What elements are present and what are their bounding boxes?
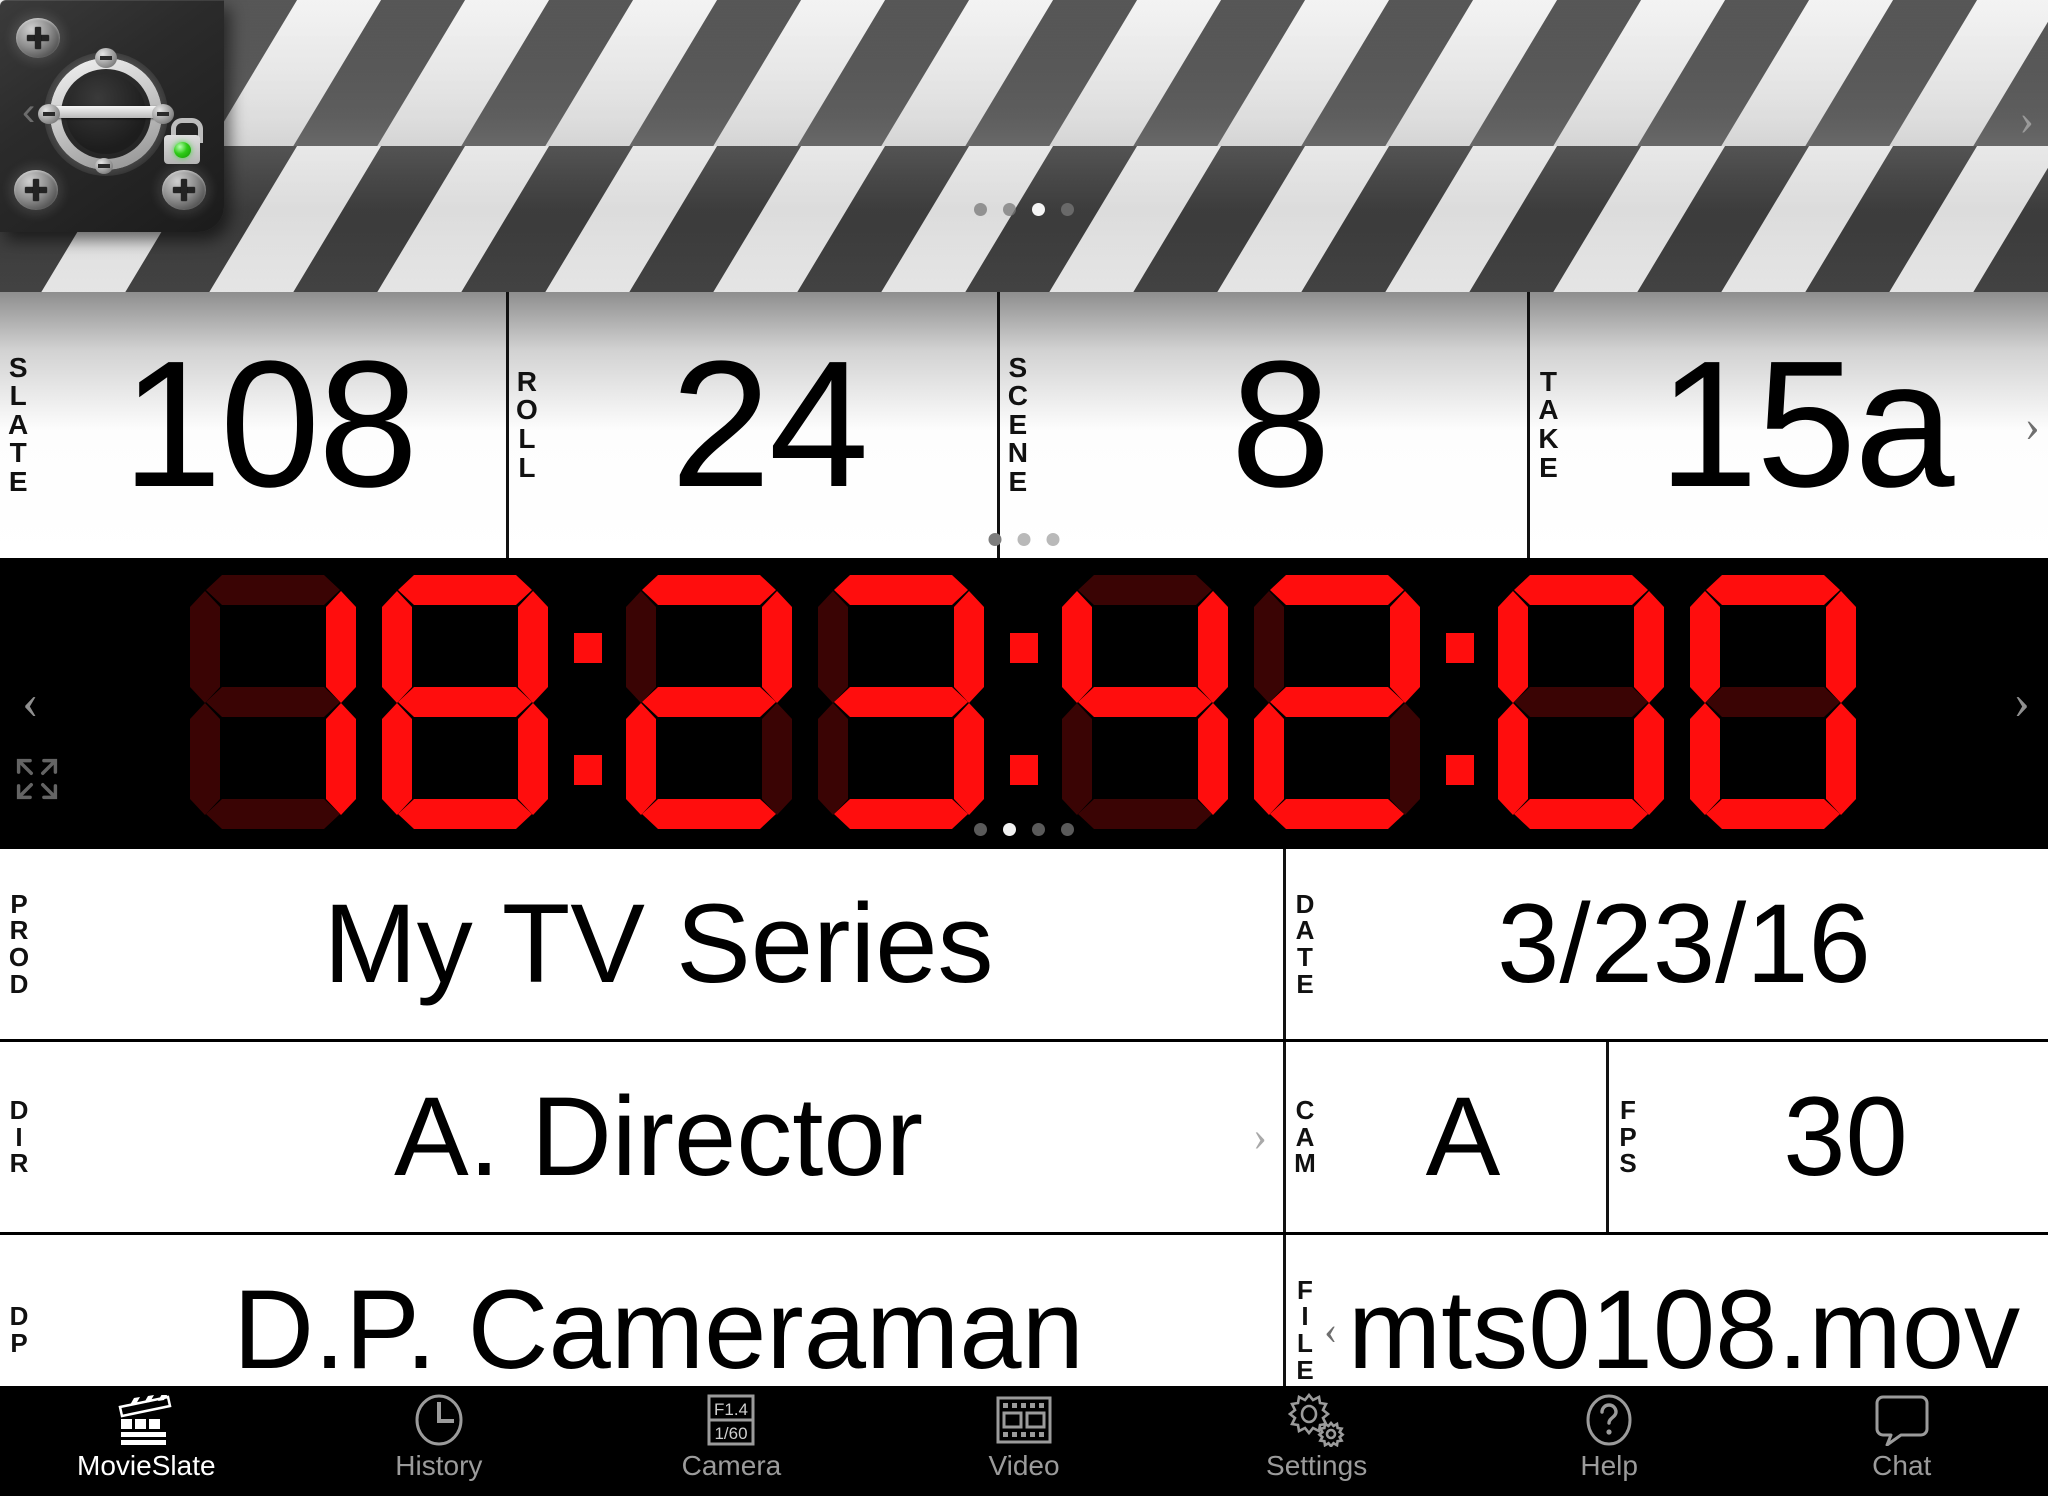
field-scene[interactable]: S C E N E 8: [1000, 292, 1528, 558]
field-dp-value[interactable]: D.P. Cameraman: [34, 1274, 1283, 1386]
clapper-hinge-block[interactable]: ‹: [0, 0, 224, 232]
film-strip-icon: [995, 1392, 1053, 1448]
timecode-digit: [616, 569, 804, 835]
field-dir-value[interactable]: A. Director: [34, 1081, 1283, 1193]
timecode-prev-arrow[interactable]: ‹: [22, 676, 39, 726]
tab-settings[interactable]: Settings: [1170, 1392, 1463, 1480]
lock-open-icon[interactable]: [164, 118, 203, 164]
row-director: DI R A. Director › CA M A FP S 30: [0, 1039, 2048, 1232]
speech-bubble-icon: [1875, 1392, 1929, 1448]
tab-help[interactable]: Help: [1463, 1392, 1756, 1480]
field-scene-label: S C E N E: [1007, 351, 1028, 497]
timecode-digit: [1680, 569, 1868, 835]
field-date-value[interactable]: 3/23/16: [1320, 888, 2048, 1000]
clock-icon: [414, 1392, 464, 1448]
tab-label: Camera: [681, 1450, 782, 1481]
tab-label: Settings: [1266, 1450, 1368, 1481]
field-slate[interactable]: S L A T E 108: [0, 292, 506, 558]
clapper-next-arrow[interactable]: ›: [2019, 98, 2034, 142]
tab-label: Chat: [1872, 1450, 1932, 1481]
field-take-value[interactable]: 15a: [1563, 335, 2048, 515]
screw-icon: [16, 18, 60, 58]
gear-icon: [1287, 1392, 1346, 1448]
field-fps[interactable]: FP S 30: [1609, 1042, 2048, 1232]
bottom-tab-bar[interactable]: MovieSlate History F1.4 1/60 Camera Vide…: [0, 1386, 2048, 1496]
lock-status-led: [174, 142, 191, 158]
field-slate-value[interactable]: 108: [32, 335, 505, 515]
field-take-label: T A K E: [1538, 365, 1559, 483]
tab-label: MovieSlate: [77, 1450, 216, 1481]
timecode-digit: [372, 569, 560, 835]
field-take[interactable]: T A K E 15a ›: [1530, 292, 2048, 558]
tab-history[interactable]: History: [293, 1392, 586, 1480]
slate-page-dots[interactable]: [988, 533, 1060, 546]
field-roll[interactable]: R O L L 24: [509, 292, 997, 558]
timecode-display[interactable]: ‹ ›: [0, 558, 2048, 846]
field-cam-value[interactable]: A: [1320, 1081, 1606, 1193]
timecode-digit: [1244, 569, 1432, 835]
hinge-dial-icon[interactable]: [38, 48, 174, 176]
timecode-digit: [1052, 569, 1240, 835]
tab-chat[interactable]: Chat: [1755, 1392, 2048, 1480]
timecode-digit: [180, 569, 368, 835]
timecode-digit: [808, 569, 996, 835]
camera-icon-shutter-text: 1/60: [715, 1424, 748, 1443]
tab-label: Help: [1580, 1450, 1638, 1481]
camera-icon-aperture-text: F1.4: [714, 1400, 748, 1419]
field-fps-label: FP S: [1619, 1095, 1637, 1179]
clapper-stripe-pattern: [0, 0, 2048, 292]
tab-label: History: [395, 1450, 483, 1481]
tab-label: Video: [988, 1450, 1060, 1481]
field-dir-label: DI R: [9, 1095, 29, 1179]
hinge-prev-chevron-icon[interactable]: ‹: [22, 92, 35, 132]
field-dp-label: DP: [9, 1301, 29, 1358]
tab-camera[interactable]: F1.4 1/60 Camera: [585, 1392, 878, 1480]
screw-icon: [14, 170, 58, 210]
field-file-value[interactable]: mts0108.mov: [1320, 1274, 2048, 1386]
field-cam[interactable]: CA M A: [1286, 1042, 1606, 1232]
question-mark-circle-icon: [1584, 1392, 1634, 1448]
field-fps-value[interactable]: 30: [1643, 1081, 2048, 1193]
file-prev-arrow[interactable]: ‹: [1324, 1307, 1337, 1354]
timecode-page-dots[interactable]: [974, 823, 1074, 836]
field-slate-label: S L A T E: [8, 351, 29, 497]
slate-fields-row: S L A T E 108 R O L L 24 S C E N E 8 T A…: [0, 292, 2048, 558]
field-dir[interactable]: DI R A. Director ›: [0, 1042, 1283, 1232]
field-prod-value[interactable]: My TV Series: [34, 888, 1283, 1000]
clapper-page-dots[interactable]: [974, 203, 1074, 216]
field-roll-label: R O L L: [516, 365, 538, 483]
timecode-colon: [1434, 569, 1486, 835]
expand-arrows-icon[interactable]: [14, 756, 60, 802]
field-date-label: DA TE: [1295, 888, 1315, 999]
timecode-colon: [562, 569, 614, 835]
tab-movieslate[interactable]: MovieSlate: [0, 1392, 293, 1480]
clapperboard-icon: [118, 1392, 174, 1448]
screw-icon: [162, 170, 206, 210]
aperture-shutter-icon: F1.4 1/60: [704, 1392, 758, 1448]
field-file-label: FI LE: [1296, 1274, 1314, 1385]
field-roll-value[interactable]: 24: [541, 335, 997, 515]
timecode-digit: [1488, 569, 1676, 835]
field-cam-label: CA M: [1294, 1095, 1316, 1179]
field-prod-label: PR OD: [8, 888, 30, 999]
field-scene-value[interactable]: 8: [1032, 335, 1527, 515]
timecode-colon: [998, 569, 1050, 835]
field-date[interactable]: DA TE 3/23/16: [1286, 849, 2048, 1039]
timecode-next-arrow[interactable]: ›: [2013, 676, 2030, 726]
row-production: PR OD My TV Series DA TE 3/23/16: [0, 846, 2048, 1039]
slate-next-arrow[interactable]: ›: [2025, 399, 2040, 452]
timecode-digits[interactable]: [178, 558, 1870, 846]
field-prod[interactable]: PR OD My TV Series: [0, 849, 1283, 1039]
dir-next-arrow[interactable]: ›: [1253, 1113, 1267, 1161]
tab-video[interactable]: Video: [878, 1392, 1171, 1480]
movieslate-app: ‹ › ‹: [0, 0, 2048, 1496]
clapper-sticks[interactable]: ‹ › ‹: [0, 0, 2048, 292]
